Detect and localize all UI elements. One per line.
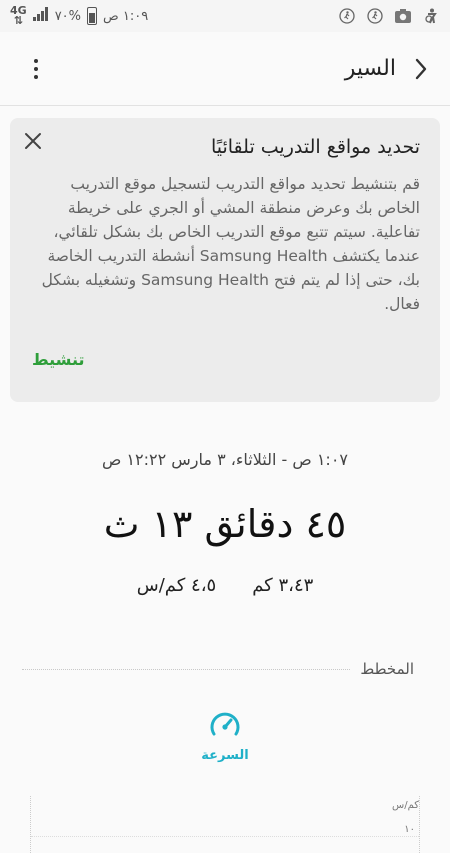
walking-icon <box>366 7 384 25</box>
status-left: ١:٠٩ ص %٧٠ 4G ⇅ <box>10 4 149 27</box>
speed-tab[interactable]: السرعة <box>175 710 275 763</box>
speed-tab-label: السرعة <box>201 748 249 763</box>
chart-tick-label: ١٠ <box>404 824 415 835</box>
speed-chart: كم/س ١٠ <box>30 796 420 853</box>
camera-icon <box>394 7 412 25</box>
signal-icon <box>32 7 49 25</box>
speedometer-icon <box>209 710 241 744</box>
walking-icon <box>338 7 356 25</box>
close-icon[interactable] <box>24 132 42 154</box>
chart-unit-label: كم/س <box>392 800 419 811</box>
status-right <box>338 7 440 25</box>
app-bar: السير <box>0 32 450 106</box>
battery-icon <box>87 7 98 25</box>
status-time: ١:٠٩ ص <box>103 8 149 24</box>
more-vert-icon[interactable] <box>28 53 44 85</box>
speed-value: ٤،٥ كم/س <box>136 575 217 596</box>
workout-stats: ٣،٤٣ كم ٤،٥ كم/س <box>0 575 450 596</box>
location-tracking-card: تحديد مواقع التدريب تلقائيًا قم بتنشيط ت… <box>10 118 440 402</box>
network-type: 4G ⇅ <box>10 4 27 27</box>
chevron-right-icon[interactable] <box>414 58 428 80</box>
battery-level: %٧٠ <box>54 8 82 24</box>
chart-grid-line <box>31 836 419 837</box>
card-title: تحديد مواقع التدريب تلقائيًا <box>210 136 420 158</box>
page-title: السير <box>344 56 396 81</box>
divider <box>22 668 351 670</box>
app-title-group: السير <box>345 56 428 81</box>
activate-button[interactable]: تنشيط <box>32 350 84 369</box>
card-body: قم بتنشيط تحديد مواقع التدريب لتسجيل موق… <box>41 175 420 313</box>
workout-datetime: ١:٠٧ ص - الثلاثاء، ٣ مارس ١٢:٢٢ ص <box>101 450 348 469</box>
accessibility-icon <box>422 7 440 25</box>
chart-section-header: المخطط <box>22 658 414 680</box>
workout-duration: ٤٥ دقائق ١٣ ث <box>103 502 347 546</box>
status-bar: ١:٠٩ ص %٧٠ 4G ⇅ <box>0 0 450 32</box>
distance-value: ٣،٤٣ كم <box>252 575 314 596</box>
chart-section-title: المخطط <box>360 660 414 678</box>
